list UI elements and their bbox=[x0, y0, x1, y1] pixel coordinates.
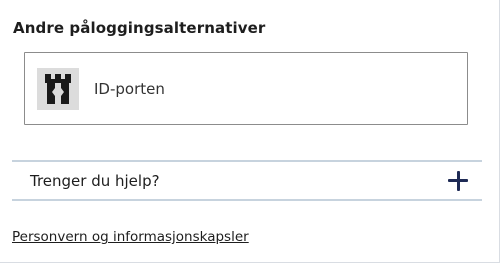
id-porten-login-button[interactable]: ID-porten bbox=[24, 52, 468, 125]
plus-icon[interactable] bbox=[448, 170, 468, 191]
privacy-link[interactable]: Personvern og informasjonskapsler bbox=[12, 229, 249, 245]
help-accordion-toggle[interactable]: Trenger du hjelp? bbox=[12, 162, 482, 199]
section-heading: Andre påloggingsalternativer bbox=[13, 19, 266, 37]
help-label: Trenger du hjelp? bbox=[30, 171, 160, 190]
login-option-label: ID-porten bbox=[94, 79, 165, 98]
id-porten-logo bbox=[37, 67, 79, 110]
castle-tower-icon bbox=[45, 73, 71, 104]
divider bbox=[12, 199, 482, 201]
login-panel: Andre påloggingsalternativer ID-porten T… bbox=[0, 0, 500, 263]
